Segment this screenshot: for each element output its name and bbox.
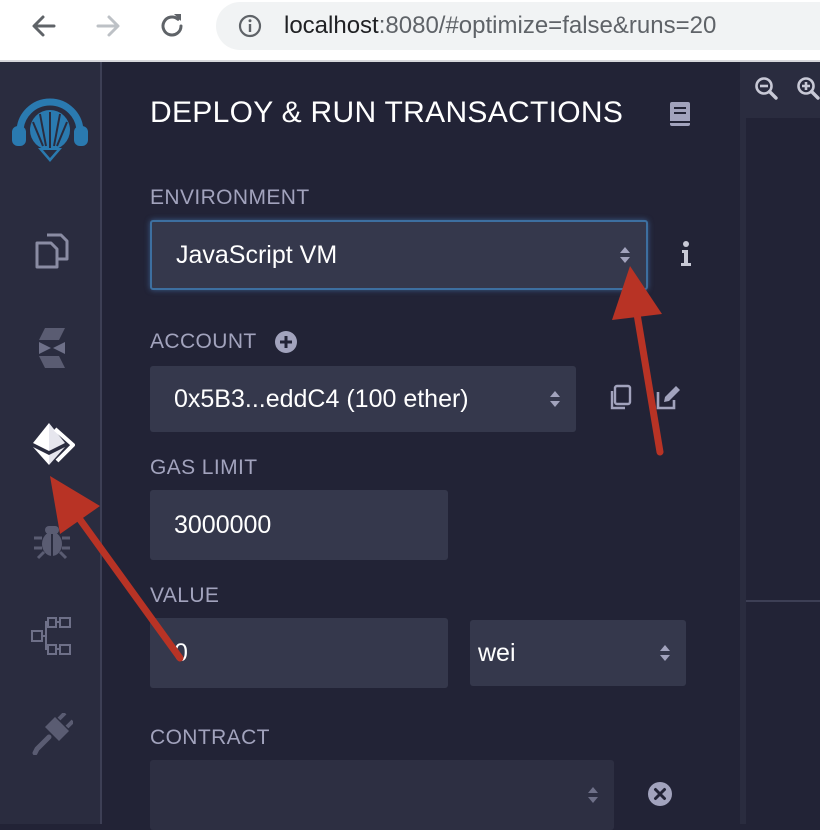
- environment-value: JavaScript VM: [176, 240, 338, 269]
- file-explorer-icon[interactable]: [26, 226, 78, 278]
- account-value: 0x5B3...eddC4 (100 ether): [174, 384, 469, 413]
- back-arrow-icon: [32, 15, 56, 37]
- reload-button[interactable]: [150, 6, 194, 46]
- contract-label: CONTRACT: [150, 726, 270, 749]
- copy-account-icon[interactable]: [606, 384, 634, 412]
- sign-message-edit-icon[interactable]: [654, 384, 682, 412]
- add-account-plus-icon[interactable]: [274, 330, 298, 354]
- value-input[interactable]: 0: [150, 618, 448, 688]
- forward-arrow-icon: [96, 15, 120, 37]
- forward-button[interactable]: [86, 6, 130, 46]
- plugin-tree-icon[interactable]: [26, 610, 78, 662]
- account-select[interactable]: 0x5B3...eddC4 (100 ether): [150, 366, 576, 432]
- editor-area: [740, 62, 820, 824]
- address-bar[interactable]: localhost:8080/#optimize=false&runs=20: [216, 2, 820, 50]
- documentation-book-icon[interactable]: [668, 100, 692, 128]
- solidity-compiler-icon[interactable]: [26, 322, 78, 374]
- url-path: :8080/#optimize=false&runs=20: [378, 12, 717, 39]
- remix-logo-icon[interactable]: [10, 92, 90, 172]
- panel-title: DEPLOY & RUN TRANSACTIONS: [150, 96, 624, 129]
- select-caret-icon: [588, 787, 598, 803]
- editor-toolbar: [740, 62, 820, 118]
- zoom-in-icon[interactable]: [796, 76, 820, 100]
- back-button[interactable]: [22, 6, 66, 46]
- icon-panel: [0, 62, 102, 824]
- gas-limit-label: GAS LIMIT: [150, 456, 258, 479]
- plugin-manager-icon[interactable]: [26, 708, 78, 760]
- deploy-run-icon[interactable]: [26, 418, 78, 470]
- environment-label: ENVIRONMENT: [150, 186, 310, 209]
- reload-icon: [161, 14, 183, 37]
- gas-limit-value: 3000000: [174, 510, 272, 539]
- value-amount: 0: [174, 638, 188, 667]
- gas-limit-input[interactable]: 3000000: [150, 490, 448, 560]
- terminal-divider[interactable]: [746, 600, 820, 602]
- site-info-icon[interactable]: [238, 14, 262, 38]
- contract-select[interactable]: [150, 760, 614, 830]
- value-unit: wei: [478, 638, 516, 667]
- editor-body[interactable]: [746, 118, 820, 824]
- select-caret-icon: [550, 391, 560, 407]
- value-label: VALUE: [150, 584, 220, 607]
- zoom-out-icon[interactable]: [754, 76, 778, 100]
- debugger-icon[interactable]: [26, 514, 78, 566]
- deploy-run-panel: DEPLOY & RUN TRANSACTIONS ENVIRONMENT Ja…: [102, 62, 738, 830]
- url-text: localhost:8080/#optimize=false&runs=20: [284, 12, 716, 40]
- select-caret-icon: [620, 247, 630, 263]
- browser-toolbar: localhost:8080/#optimize=false&runs=20: [0, 0, 820, 62]
- environment-select[interactable]: JavaScript VM: [150, 220, 648, 290]
- environment-info-icon[interactable]: [672, 240, 700, 268]
- account-label: ACCOUNT: [150, 330, 257, 353]
- clear-contract-icon[interactable]: [646, 780, 674, 808]
- value-unit-select[interactable]: wei: [470, 620, 686, 686]
- select-caret-icon: [660, 645, 670, 661]
- url-host: localhost: [284, 12, 379, 39]
